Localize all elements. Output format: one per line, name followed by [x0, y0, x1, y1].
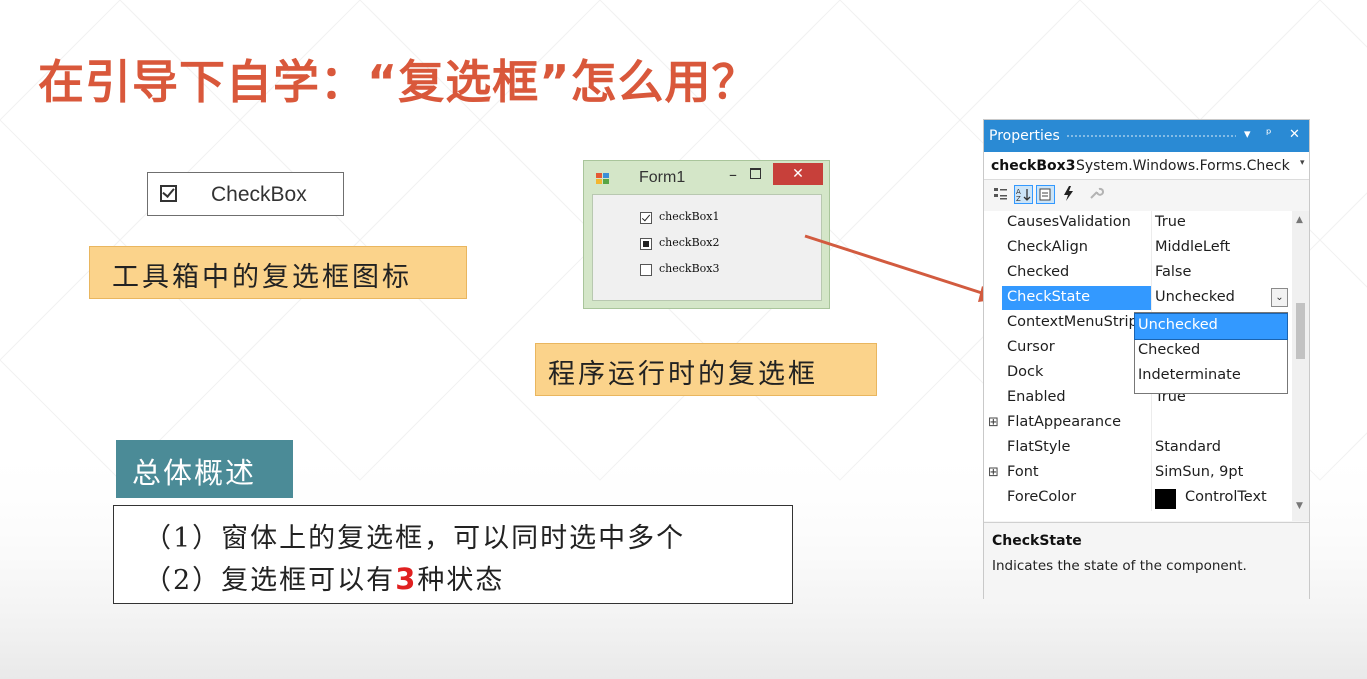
property-name: FlatAppearance	[1007, 414, 1122, 430]
dropdown-option[interactable]: Unchecked	[1134, 313, 1288, 340]
alphabetical-icon[interactable]: AZ	[1014, 185, 1033, 204]
scroll-thumb[interactable]	[1296, 303, 1305, 359]
expand-plus-icon[interactable]: ⊞	[988, 415, 999, 430]
description-pane: CheckState Indicates the state of the co…	[984, 522, 1309, 599]
property-row[interactable]: ⊞ FlatAppearance	[984, 411, 1289, 436]
property-name: Checked	[1007, 264, 1070, 280]
property-name: CheckState	[1002, 286, 1151, 310]
object-selector[interactable]: checkBox3 System.Windows.Forms.Check ▾	[984, 152, 1309, 180]
chevron-down-icon[interactable]: ⌄	[1271, 288, 1288, 307]
property-row[interactable]: CausesValidation True	[984, 211, 1289, 236]
property-value[interactable]: Unchecked	[1155, 289, 1235, 305]
property-row[interactable]: FlatStyle Standard	[984, 436, 1289, 461]
property-value: ControlText	[1185, 489, 1267, 505]
properties-header: Properties ▾ ᵖ ✕	[984, 120, 1309, 152]
property-row-selected[interactable]: CheckState Unchecked ⌄	[984, 286, 1289, 311]
property-name: Enabled	[1007, 389, 1066, 405]
description-title: CheckState	[992, 533, 1082, 549]
overview-line-2: （2）复选框可以有3种状态	[144, 558, 504, 597]
overview-title: 总体概述	[116, 440, 293, 498]
property-value: False	[1155, 264, 1192, 280]
property-name: FlatStyle	[1007, 439, 1071, 455]
events-icon[interactable]	[1059, 185, 1078, 204]
overview-box: （1）窗体上的复选框，可以同时选中多个 （2）复选框可以有3种状态	[113, 505, 793, 604]
overview-line-2-suffix: 种状态	[417, 565, 505, 596]
dropdown-option[interactable]: Indeterminate	[1135, 364, 1287, 389]
property-name: ContextMenuStrip	[1007, 314, 1138, 330]
property-row[interactable]: ForeColor ControlText	[984, 486, 1289, 511]
overview-line-2-prefix: （2）复选框可以有	[144, 565, 396, 596]
color-swatch	[1155, 489, 1176, 509]
dropdown-arrow-icon[interactable]: ▾	[1244, 127, 1251, 142]
property-name: ForeColor	[1007, 489, 1077, 505]
expand-plus-icon[interactable]: ⊞	[988, 465, 999, 480]
property-pages-icon[interactable]	[1036, 185, 1055, 204]
property-name: Cursor	[1007, 339, 1055, 355]
pin-icon[interactable]: ᵖ	[1266, 127, 1272, 142]
property-value: True	[1155, 214, 1186, 230]
properties-title: Properties	[989, 128, 1060, 144]
wrench-icon	[1086, 185, 1105, 204]
scroll-up-icon[interactable]: ▲	[1296, 215, 1303, 225]
scroll-down-icon[interactable]: ▼	[1296, 501, 1303, 511]
description-text: Indicates the state of the component.	[992, 558, 1247, 574]
property-name: CheckAlign	[1007, 239, 1088, 255]
checkstate-dropdown-list: Unchecked Checked Indeterminate	[1134, 312, 1288, 394]
chevron-down-icon[interactable]: ▾	[1300, 158, 1305, 168]
property-row[interactable]: Checked False	[984, 261, 1289, 286]
property-value: Standard	[1155, 439, 1221, 455]
state-count: 3	[395, 562, 418, 596]
properties-toolbar: AZ	[984, 180, 1309, 210]
svg-text:Z: Z	[1016, 195, 1021, 203]
property-name: CausesValidation	[1007, 214, 1131, 230]
property-name: Font	[1007, 464, 1039, 480]
close-icon[interactable]: ✕	[1289, 127, 1300, 142]
property-name: Dock	[1007, 364, 1044, 380]
object-type: System.Windows.Forms.Check	[1076, 158, 1290, 174]
header-grip	[1066, 134, 1236, 139]
object-name: checkBox3	[991, 158, 1076, 174]
property-row[interactable]: CheckAlign MiddleLeft	[984, 236, 1289, 261]
categorized-icon[interactable]	[991, 185, 1010, 204]
overview-line-1: （1）窗体上的复选框，可以同时选中多个	[144, 523, 686, 554]
property-value: MiddleLeft	[1155, 239, 1231, 255]
dropdown-option[interactable]: Checked	[1135, 339, 1287, 364]
property-row[interactable]: ⊞ Font SimSun, 9pt	[984, 461, 1289, 486]
scrollbar[interactable]: ▲ ▼	[1292, 211, 1309, 521]
property-value: SimSun, 9pt	[1155, 464, 1244, 480]
